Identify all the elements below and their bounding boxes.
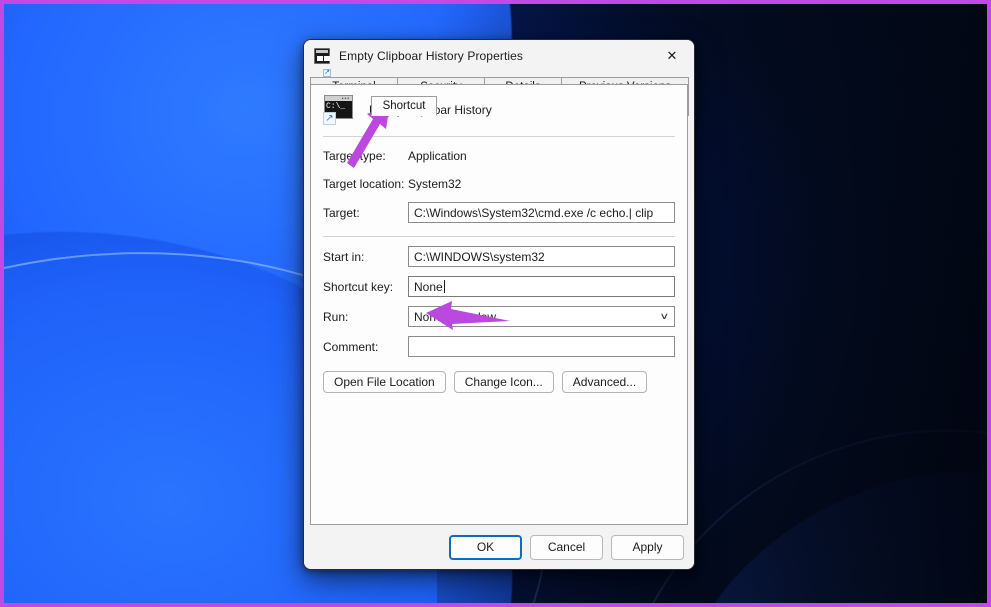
target-separator bbox=[323, 236, 675, 237]
dialog-footer: OK Cancel Apply bbox=[304, 525, 694, 569]
shortcut-key-value: None bbox=[414, 279, 443, 294]
field-row-comment: Comment: bbox=[323, 336, 675, 357]
comment-label: Comment: bbox=[323, 339, 379, 354]
console-shortcut-icon: ↗ bbox=[314, 48, 331, 77]
console-shortcut-large-icon: ••• C:\_ ↗ bbox=[323, 95, 355, 125]
console-dots-glyph: ••• bbox=[341, 96, 350, 102]
field-row-shortcut-key: Shortcut key: None bbox=[323, 276, 675, 297]
target-label: Target: bbox=[323, 205, 360, 220]
header-separator bbox=[323, 136, 675, 137]
target-type-value: Application bbox=[408, 148, 467, 163]
run-selected-value: Normal window bbox=[414, 309, 497, 324]
field-row-start-in: Start in: C:\WINDOWS\system32 bbox=[323, 246, 675, 267]
apply-button[interactable]: Apply bbox=[611, 534, 684, 560]
console-prompt-text: C:\_ bbox=[326, 102, 346, 111]
shortcut-header: ••• C:\_ ↗ Empty Clipboar History bbox=[311, 85, 687, 125]
start-in-label: Start in: bbox=[323, 249, 365, 264]
run-label: Run: bbox=[323, 309, 349, 324]
shortcut-overlay-arrow-icon: ↗ bbox=[323, 112, 336, 125]
shortcut-properties-dialog: ↗ Empty Clipboar History Properties ✕ Te… bbox=[303, 39, 695, 570]
target-input[interactable]: C:\Windows\System32\cmd.exe /c echo.| cl… bbox=[408, 202, 675, 223]
run-select[interactable]: Normal window ∨ bbox=[408, 306, 675, 327]
field-row-target-location: Target location: System32 bbox=[323, 174, 675, 193]
target-location-label: Target location: bbox=[323, 176, 405, 191]
start-in-input[interactable]: C:\WINDOWS\system32 bbox=[408, 246, 675, 267]
shortcut-key-input[interactable]: None bbox=[408, 276, 675, 297]
open-file-location-button[interactable]: Open File Location bbox=[323, 371, 446, 393]
target-type-label: Target type: bbox=[323, 148, 386, 163]
shortcut-key-label: Shortcut key: bbox=[323, 279, 394, 294]
shortcut-action-buttons: Open File Location Change Icon... Advanc… bbox=[323, 371, 675, 393]
tab-shortcut[interactable]: Shortcut bbox=[371, 96, 437, 116]
chevron-down-icon: ∨ bbox=[659, 311, 670, 321]
target-location-value: System32 bbox=[408, 176, 462, 191]
advanced-button[interactable]: Advanced... bbox=[561, 371, 648, 393]
cancel-button[interactable]: Cancel bbox=[530, 534, 603, 560]
text-caret bbox=[443, 280, 445, 293]
shortcut-tab-panel: ••• C:\_ ↗ Empty Clipboar History Target… bbox=[310, 84, 688, 525]
change-icon-button[interactable]: Change Icon... bbox=[453, 371, 554, 393]
shortcut-overlay-icon: ↗ bbox=[323, 69, 331, 77]
field-row-run: Run: Normal window ∨ bbox=[323, 306, 675, 327]
dialog-title: Empty Clipboar History Properties bbox=[339, 49, 524, 63]
screen: ↗ Empty Clipboar History Properties ✕ Te… bbox=[0, 0, 991, 607]
close-icon[interactable]: ✕ bbox=[650, 40, 694, 72]
dialog-title-bar: ↗ Empty Clipboar History Properties ✕ bbox=[304, 40, 694, 77]
field-row-target: Target: C:\Windows\System32\cmd.exe /c e… bbox=[323, 202, 675, 223]
comment-input[interactable] bbox=[408, 336, 675, 357]
field-row-target-type: Target type: Application bbox=[323, 146, 675, 165]
ok-button[interactable]: OK bbox=[449, 534, 522, 560]
